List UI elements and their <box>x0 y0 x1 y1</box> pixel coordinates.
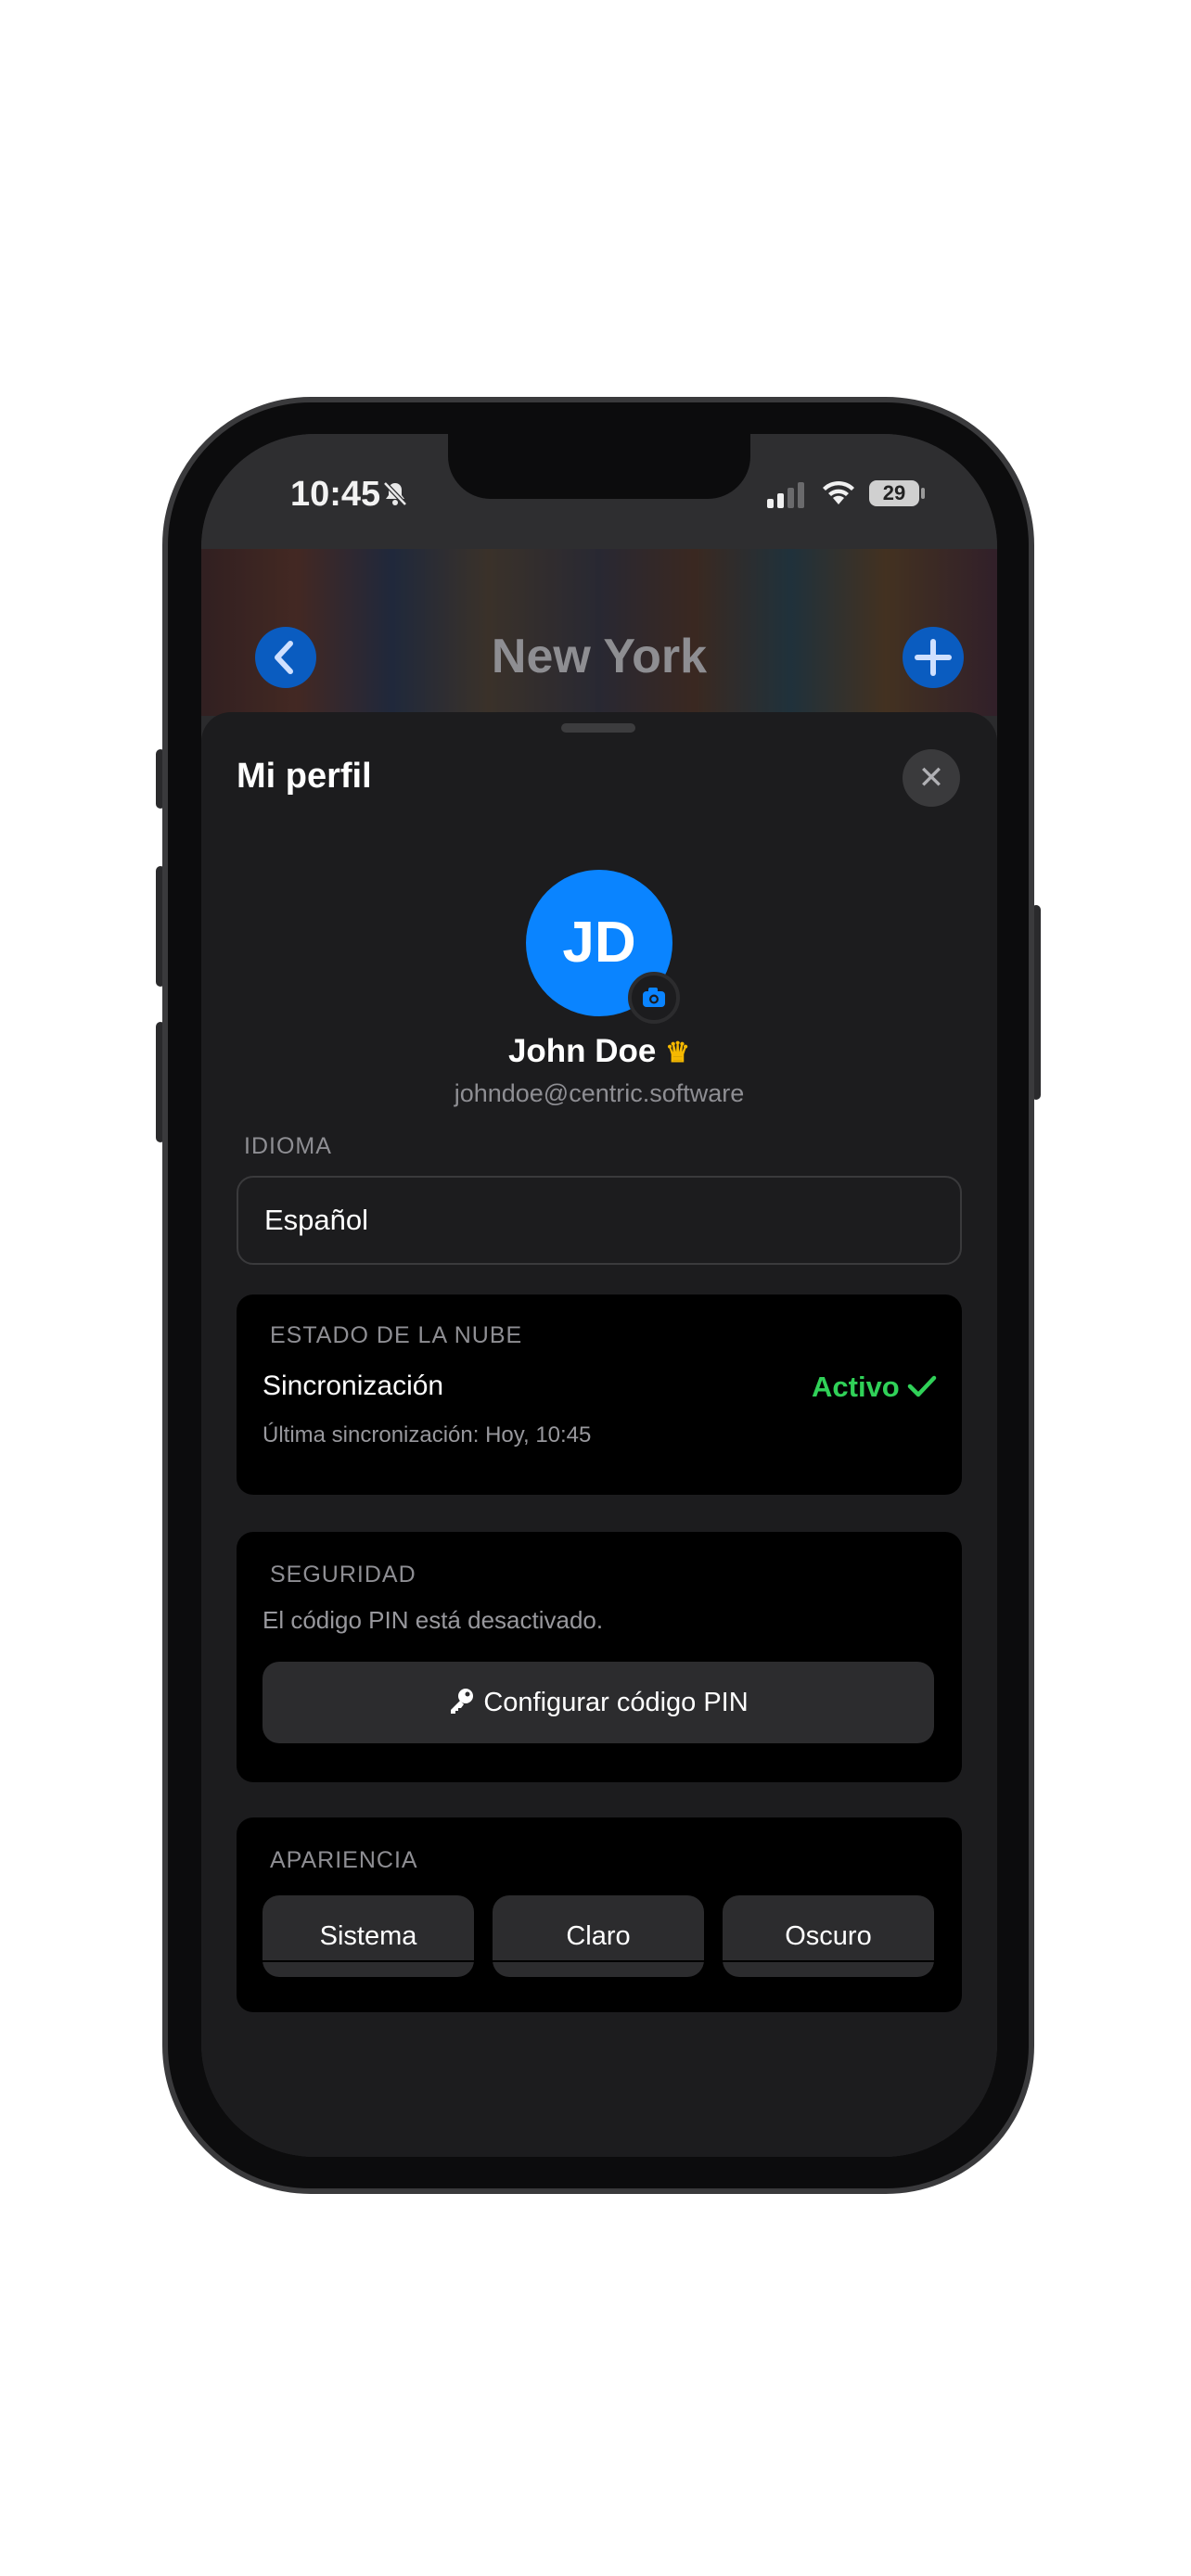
sync-status: Activo <box>812 1371 937 1404</box>
battery-icon: 29 <box>869 480 919 506</box>
appearance-option-light[interactable]: Claro <box>493 1895 704 1977</box>
status-time: 10:45 <box>290 475 381 514</box>
crown-icon: ♛ <box>665 1038 691 1068</box>
appearance-label: APARIENCIA <box>270 1847 418 1873</box>
configure-pin-button[interactable]: Configurar código PIN <box>263 1662 934 1743</box>
appearance-option-dark[interactable]: Oscuro <box>723 1895 934 1977</box>
sync-status-label: Activo <box>812 1371 900 1403</box>
user-email: johndoe@centric.software <box>454 1079 745 1107</box>
battery-tip <box>921 488 925 499</box>
sheet-title: Mi perfil <box>237 757 372 796</box>
sheet-grabber[interactable] <box>561 723 635 733</box>
wifi-icon <box>823 480 854 504</box>
profile-sheet: Mi perfil ✕ JD John Doe ♛ johndoe@centri… <box>201 712 997 2157</box>
pin-status: El código PIN está desactivado. <box>263 1606 604 1634</box>
security-label: SEGURIDAD <box>270 1562 416 1588</box>
configure-pin-label: Configurar código PIN <box>483 1688 749 1717</box>
cloud-label: ESTADO DE LA NUBE <box>270 1322 523 1348</box>
close-icon: ✕ <box>917 760 945 796</box>
bottom-divider <box>251 1960 947 1962</box>
cloud-status-card: ESTADO DE LA NUBE Sincronización Activo … <box>237 1294 962 1495</box>
security-card: SEGURIDAD El código PIN está desactivado… <box>237 1532 962 1782</box>
appearance-card: APARIENCIA Sistema Claro Oscuro <box>237 1817 962 2012</box>
city-header: New York <box>201 549 997 716</box>
close-button[interactable]: ✕ <box>903 749 960 807</box>
appearance-option-system[interactable]: Sistema <box>263 1895 474 1977</box>
phone-screen: 10:45 29 New York Mi perfil ✕ JD John Do… <box>201 434 997 2157</box>
signal-icon <box>767 482 804 508</box>
user-name: John Doe <box>507 1033 657 1069</box>
sync-title: Sincronización <box>263 1371 444 1401</box>
camera-icon <box>643 988 665 1007</box>
language-select[interactable]: Español <box>237 1176 962 1265</box>
plus-icon <box>915 639 952 676</box>
bell-slash-icon <box>383 481 407 506</box>
add-button[interactable] <box>903 627 964 688</box>
change-photo-button[interactable] <box>628 972 680 1024</box>
key-icon <box>451 1689 474 1714</box>
city-title: New York <box>491 630 708 683</box>
notch <box>448 434 750 499</box>
user-name-row: John Doe ♛ <box>201 1033 997 1070</box>
checkmark-icon <box>908 1375 937 1397</box>
last-sync: Última sincronización: Hoy, 10:45 <box>263 1422 592 1447</box>
language-label: IDIOMA <box>244 1133 332 1159</box>
